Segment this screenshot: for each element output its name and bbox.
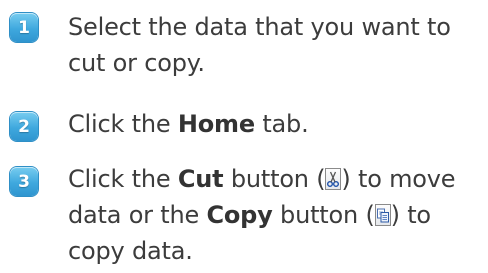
copy-button-label: Copy <box>206 201 273 229</box>
step-text: Click the Cut button ( ) to move data or… <box>68 161 478 269</box>
scissors-icon <box>325 168 342 190</box>
step-1-text: Select the data that you want to cut or … <box>68 13 451 77</box>
step-number: 2 <box>18 116 30 137</box>
cut-button-label: Cut <box>177 165 224 193</box>
step-2-text-before: Click the <box>68 110 178 138</box>
step-number-badge: 2 <box>10 112 38 141</box>
step-number-badge: 3 <box>10 167 38 196</box>
step-3-text-part4: button ( <box>272 201 375 229</box>
step-text: Select the data that you want to cut or … <box>68 9 478 81</box>
step-3-text-part2: button ( <box>223 165 326 193</box>
copy-icon <box>374 204 391 226</box>
step-number: 1 <box>18 17 30 38</box>
step-3-text-part1: Click the <box>68 165 178 193</box>
step-number: 3 <box>18 171 30 192</box>
step-text: Click the Home tab. <box>68 106 478 142</box>
step-number-badge: 1 <box>10 13 38 42</box>
step-2-text-after: tab. <box>254 110 309 138</box>
home-tab-label: Home <box>177 110 255 138</box>
